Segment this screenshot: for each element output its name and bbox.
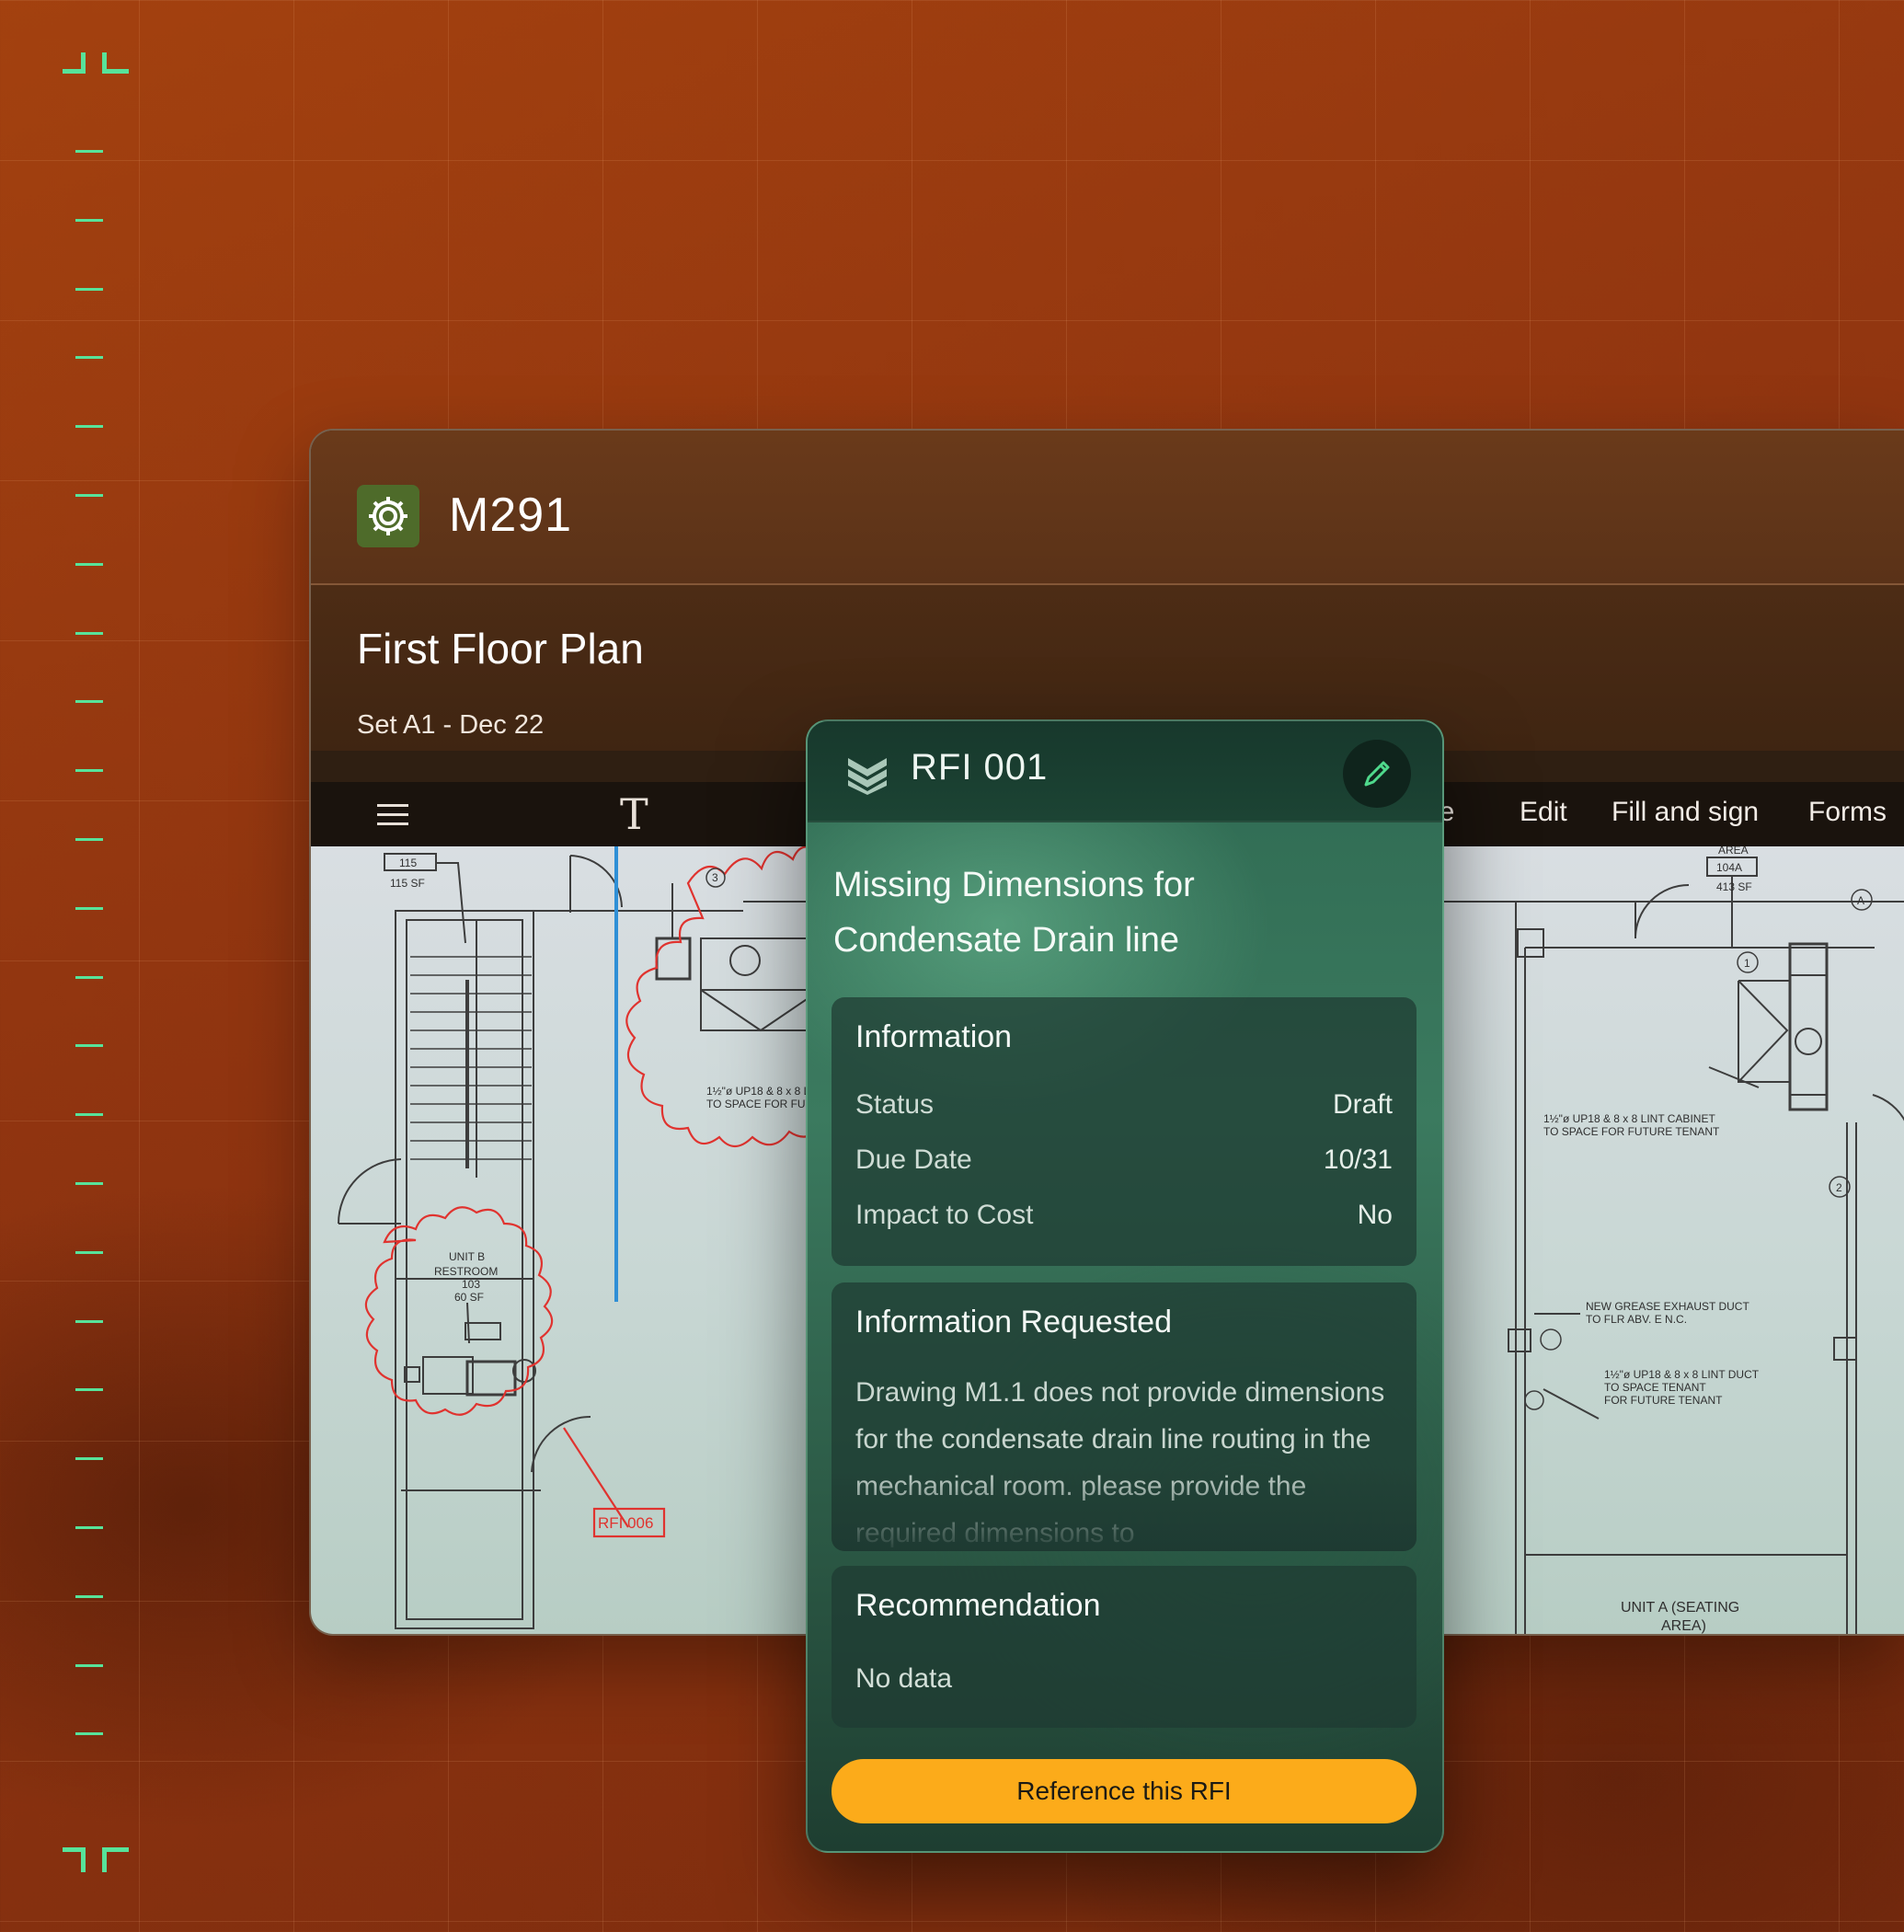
rfi-card: RFI 001 Missing Dimensions for Condensat… <box>806 719 1444 1853</box>
plan-title: First Floor Plan <box>357 625 644 673</box>
rfi-card-header: RFI 001 <box>808 721 1442 822</box>
rfi-id: RFI 001 <box>911 747 1049 788</box>
information-panel: Information Status Draft Due Date 10/31 … <box>832 997 1417 1266</box>
vertical-ruler <box>0 0 147 1932</box>
ruler-tick <box>75 1526 103 1529</box>
restroom-number-label: 103 <box>462 1278 480 1291</box>
ruler-tick <box>75 1594 103 1598</box>
room-area-label: 115 SF <box>390 877 425 890</box>
plan-subtitle: Set A1 - Dec 22 <box>357 710 545 740</box>
status-value: Draft <box>1332 1089 1393 1120</box>
pencil-icon <box>1364 761 1390 787</box>
information-requested-panel[interactable]: Information Requested Drawing M1.1 does … <box>832 1282 1417 1551</box>
info-row-due-date: Due Date 10/31 <box>855 1144 1393 1176</box>
ruler-tick <box>75 150 103 153</box>
ruler-tick <box>75 494 103 497</box>
impact-to-cost-value: No <box>1357 1200 1393 1230</box>
corner-bracket-bottom-left <box>63 1847 86 1872</box>
gear-icon[interactable] <box>357 485 419 547</box>
ruler-tick <box>75 906 103 910</box>
callout-1-label: 1 <box>1744 957 1750 970</box>
recommendation-text: No data <box>855 1663 953 1694</box>
lint-duct-note-3: FOR FUTURE TENANT <box>1604 1394 1723 1407</box>
ruler-tick <box>75 975 103 979</box>
ruler-tick <box>75 1457 103 1461</box>
lint-duct-note-1: 1½"ø UP18 & 8 x 8 LINT DUCT <box>1604 1368 1760 1381</box>
ruler-tick <box>75 218 103 222</box>
info-row-status: Status Draft <box>855 1089 1393 1121</box>
duct-note-left-1: 1½"ø UP18 & 8 x 8 L <box>706 1085 810 1098</box>
unit-a-label: UNIT A (SEATING <box>1621 1600 1739 1616</box>
ruler-tick <box>75 1319 103 1323</box>
ruler-tick <box>75 838 103 841</box>
layers-chevron-icon <box>848 758 887 795</box>
grease-duct-note-1: NEW GREASE EXHAUST DUCT <box>1586 1300 1749 1313</box>
text-tool-icon[interactable]: T <box>620 789 648 839</box>
information-requested-heading: Information Requested <box>855 1305 1172 1340</box>
ruler-tick <box>75 769 103 773</box>
ruler-tick <box>75 1732 103 1736</box>
document-code: M291 <box>449 489 573 542</box>
recommendation-panel: Recommendation No data <box>832 1566 1417 1728</box>
impact-to-cost-label: Impact to Cost <box>855 1200 1034 1230</box>
grease-duct-note-2: TO FLR ABV. E N.C. <box>1586 1313 1687 1326</box>
reference-rfi-button[interactable]: Reference this RFI <box>832 1759 1417 1823</box>
lint-duct-note-2: TO SPACE TENANT <box>1604 1381 1706 1394</box>
ruler-tick <box>75 425 103 429</box>
restroom-area-label: 60 SF <box>454 1291 484 1304</box>
ruler-tick <box>75 700 103 704</box>
ruler-tick <box>75 287 103 291</box>
window-header: M291 <box>311 431 1904 585</box>
lint-cabinet-note-2: TO SPACE FOR FUTURE TENANT <box>1543 1125 1720 1138</box>
corner-bracket-bottom-right <box>102 1847 129 1872</box>
toolbar-item-fill-and-sign[interactable]: Fill and sign <box>1612 797 1759 828</box>
ruler-tick <box>75 1250 103 1254</box>
ruler-tick <box>75 562 103 566</box>
callout-a-label: A <box>1857 894 1864 907</box>
callout-2-label: 2 <box>1836 1181 1842 1194</box>
ruler-tick <box>75 1388 103 1392</box>
unit-b-label: UNIT B <box>449 1250 485 1263</box>
information-heading: Information <box>855 1019 1013 1054</box>
callout-3-label: 3 <box>712 871 718 884</box>
area-label: AREA <box>1718 846 1749 857</box>
ruler-tick <box>75 1182 103 1185</box>
ruler-tick <box>75 1663 103 1667</box>
hamburger-menu-icon[interactable] <box>377 804 408 832</box>
room-104a-area-label: 413 SF <box>1716 880 1752 893</box>
ruler-tick <box>75 356 103 360</box>
rfi-title: Missing Dimensions for Condensate Drain … <box>833 866 1195 960</box>
room-number-label: 115 <box>399 857 417 869</box>
rfi-006-label[interactable]: RFI 006 <box>598 1514 653 1532</box>
due-date-label: Due Date <box>855 1144 972 1175</box>
ruler-tick <box>75 1113 103 1117</box>
due-date-value: 10/31 <box>1323 1144 1393 1175</box>
text-fade-overlay <box>832 1468 1417 1551</box>
toolbar-item-edit[interactable]: Edit <box>1520 797 1567 828</box>
lint-cabinet-note-1: 1½"ø UP18 & 8 x 8 LINT CABINET <box>1543 1112 1715 1125</box>
room-104a-label: 104A <box>1716 861 1742 874</box>
recommendation-heading: Recommendation <box>855 1588 1101 1623</box>
corner-bracket-top-left <box>63 52 86 74</box>
duct-note-left-2: TO SPACE FOR FUTU <box>706 1098 820 1110</box>
ruler-tick <box>75 631 103 635</box>
toolbar-item-forms[interactable]: Forms <box>1808 797 1887 828</box>
restroom-label: RESTROOM <box>434 1265 498 1278</box>
corner-bracket-top-right <box>102 52 129 74</box>
unit-a-area-label: AREA) <box>1661 1618 1706 1634</box>
ruler-tick <box>75 1044 103 1048</box>
edit-rfi-button[interactable] <box>1343 740 1411 808</box>
status-label: Status <box>855 1089 935 1120</box>
info-row-impact-to-cost: Impact to Cost No <box>855 1200 1393 1231</box>
